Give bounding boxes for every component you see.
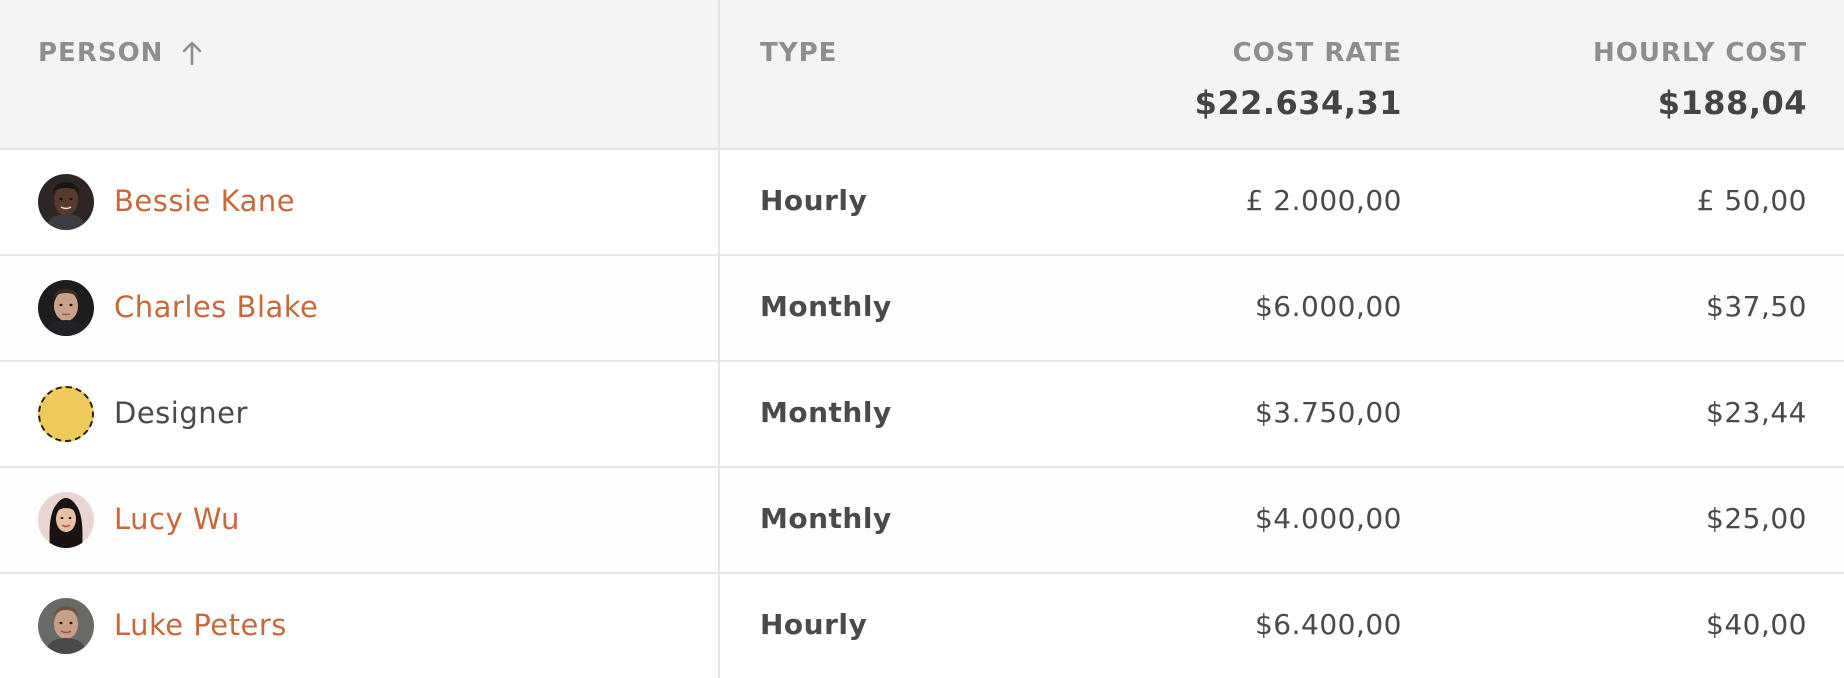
cost-rate-cell: £ 2.000,00 — [1245, 184, 1402, 217]
avatar[interactable] — [38, 492, 94, 548]
avatar[interactable] — [38, 280, 94, 336]
hourly-cost-cell: $37,50 — [1706, 290, 1807, 323]
type-column-header[interactable]: TYPE — [760, 38, 837, 68]
cost-rate-total: $22.634,31 — [1194, 84, 1402, 122]
hourly-cost-cell: $23,44 — [1706, 396, 1807, 429]
person-name-link[interactable]: Charles Blake — [114, 290, 318, 324]
hourly-cost-cell: $25,00 — [1706, 502, 1807, 535]
type-cell: Hourly — [760, 184, 868, 217]
type-cell: Monthly — [760, 502, 892, 535]
cost-rates-table: PERSON TYPE COST RATE HOURLY COST $22.63… — [0, 0, 1844, 678]
hourly-cost-cell: $40,00 — [1706, 608, 1807, 641]
cost-rate-cell: $4.000,00 — [1254, 502, 1402, 535]
placeholder-avatar — [38, 386, 94, 442]
cost-rate-column-header[interactable]: COST RATE — [1233, 38, 1402, 68]
hourly-cost-total: $188,04 — [1657, 84, 1807, 122]
avatar[interactable] — [38, 174, 94, 230]
type-cell: Hourly — [760, 608, 868, 641]
hourly-cost-column-header[interactable]: HOURLY COST — [1593, 38, 1807, 68]
hourly-cost-cell: £ 50,00 — [1696, 184, 1807, 217]
person-name: Designer — [114, 396, 248, 430]
avatar[interactable] — [38, 598, 94, 654]
arrow-up-icon[interactable] — [181, 40, 203, 66]
type-cell: Monthly — [760, 290, 892, 323]
person-column-header[interactable]: PERSON — [38, 38, 203, 68]
table-row: Charles Blake Monthly $6.000,00 $37,50 — [0, 256, 1844, 362]
person-name-link[interactable]: Luke Peters — [114, 608, 287, 642]
person-header-label: PERSON — [38, 38, 164, 68]
table-row: Lucy Wu Monthly $4.000,00 $25,00 — [0, 468, 1844, 574]
type-cell: Monthly — [760, 396, 892, 429]
table-row: Designer Monthly $3.750,00 $23,44 — [0, 362, 1844, 468]
cost-rate-cell: $6.000,00 — [1254, 290, 1402, 323]
person-name-link[interactable]: Lucy Wu — [114, 502, 240, 536]
person-name-link[interactable]: Bessie Kane — [114, 184, 295, 218]
cost-rate-cell: $3.750,00 — [1254, 396, 1402, 429]
table-row: Bessie Kane Hourly £ 2.000,00 £ 50,00 — [0, 150, 1844, 256]
cost-rate-cell: $6.400,00 — [1254, 608, 1402, 641]
table-row: Luke Peters Hourly $6.400,00 $40,00 — [0, 574, 1844, 678]
column-divider — [718, 0, 720, 678]
table-header: PERSON TYPE COST RATE HOURLY COST $22.63… — [0, 0, 1844, 150]
